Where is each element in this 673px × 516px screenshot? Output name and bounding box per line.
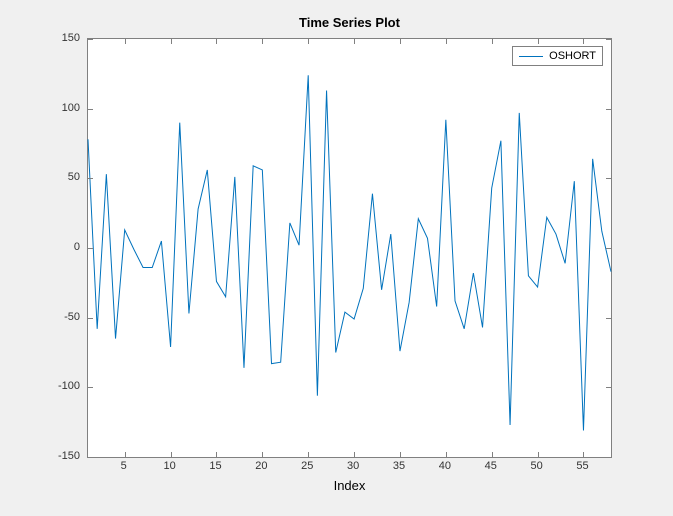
x-tick-label: 5 [121,460,127,472]
x-axis-label: Index [87,478,612,493]
x-tick-label: 10 [163,460,175,472]
x-tick-label: 30 [347,460,359,472]
legend[interactable]: OSHORT [512,46,603,66]
y-tick-label: 100 [30,102,80,114]
x-tick-label: 50 [530,460,542,472]
x-tick-label: 55 [576,460,588,472]
x-tick-label: 25 [301,460,313,472]
y-tick-label: -100 [30,380,80,392]
line-series [88,39,611,457]
x-tick-label: 40 [439,460,451,472]
axes [87,38,612,458]
legend-label: OSHORT [549,50,596,62]
chart-title: Time Series Plot [87,15,612,30]
x-tick-label: 15 [209,460,221,472]
x-tick-label: 20 [255,460,267,472]
y-tick-label: 150 [30,32,80,44]
y-tick-label: -50 [30,311,80,323]
figure-window: Time Series Plot OSHORT Index -150 -100 -5… [0,0,673,516]
y-tick-label: 0 [30,241,80,253]
y-tick-label: 50 [30,171,80,183]
x-tick-label: 45 [485,460,497,472]
y-tick-label: -150 [30,450,80,462]
legend-swatch [519,56,543,57]
x-tick-label: 35 [393,460,405,472]
